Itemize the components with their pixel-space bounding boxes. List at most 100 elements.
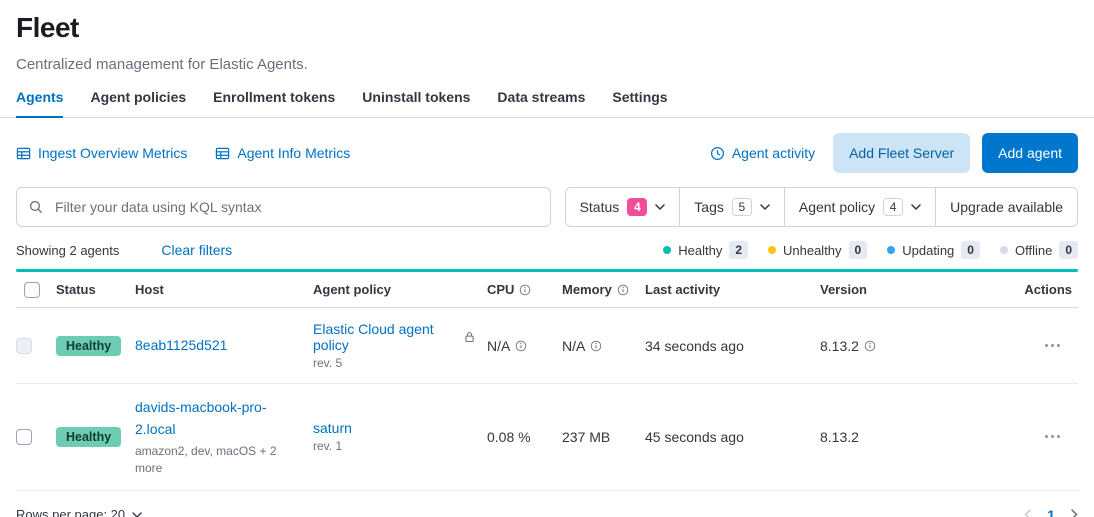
agent-host-cell: 8eab1125d521 [135, 322, 313, 370]
agent-row-1: Healthy 8eab1125d521 Elastic Cloud agent… [16, 308, 1078, 384]
agent-activity-link[interactable]: Agent activity [710, 145, 815, 161]
search-box [16, 187, 551, 227]
tab-settings[interactable]: Settings [612, 89, 667, 117]
clock-icon [710, 146, 725, 161]
status-badge: Healthy [56, 336, 121, 356]
fleet-page: Fleet Centralized management for Elastic… [0, 0, 1094, 517]
kql-search-input[interactable] [16, 187, 551, 227]
agent-info-metrics-link[interactable]: Agent Info Metrics [215, 145, 350, 161]
agent-policy-cell: saturn rev. 1 [313, 407, 487, 466]
memory-info-icon[interactable] [617, 284, 629, 296]
row-checkbox[interactable] [16, 429, 32, 445]
legend-unhealthy[interactable]: Unhealthy 0 [768, 241, 867, 259]
legend-updating[interactable]: Updating 0 [887, 241, 980, 259]
column-agent-policy: Agent policy [313, 272, 487, 307]
fleet-tabs: Agents Agent policies Enrollment tokens … [0, 89, 1094, 118]
column-memory: Memory [562, 272, 645, 307]
offline-dot [1000, 246, 1008, 254]
chevron-down-icon [760, 204, 770, 210]
rows-per-page-label: Rows per page: 20 [16, 507, 125, 517]
chevron-down-icon [655, 204, 665, 210]
tab-agents[interactable]: Agents [16, 89, 63, 118]
tab-enrollment-tokens[interactable]: Enrollment tokens [213, 89, 335, 117]
agent-last-activity-cell: 45 seconds ago [645, 416, 820, 458]
legend-offline-label: Offline [1015, 243, 1052, 258]
legend-unhealthy-label: Unhealthy [783, 243, 842, 258]
tags-filter-button[interactable]: Tags 5 [679, 188, 784, 226]
pagination-page-1[interactable]: 1 [1047, 507, 1055, 517]
healthy-dot [663, 246, 671, 254]
host-link[interactable]: davids-macbook-pro-2.local [135, 399, 267, 437]
agent-policy-filter-count-badge: 4 [883, 198, 903, 216]
agent-policy-filter-button[interactable]: Agent policy 4 [784, 188, 935, 226]
column-memory-label: Memory [562, 282, 612, 297]
summary-row: Showing 2 agents Clear filters Healthy 2… [16, 241, 1078, 259]
pagination: 1 [1024, 507, 1078, 517]
agent-cpu-cell: N/A [487, 325, 562, 367]
policy-link[interactable]: Elastic Cloud agent policy [313, 321, 459, 353]
toolbar: Ingest Overview Metrics Agent Info Metri… [16, 133, 1078, 173]
chevron-down-icon [132, 512, 142, 517]
agent-policy-cell: Elastic Cloud agent policy rev. 5 [313, 308, 487, 383]
row-actions-button[interactable] [1039, 338, 1066, 353]
filter-group: Status 4 Tags 5 Agent policy 4 U [565, 187, 1078, 227]
cpu-info-icon[interactable] [519, 284, 531, 296]
agent-actions-cell [980, 416, 1078, 457]
ingest-overview-metrics-label: Ingest Overview Metrics [38, 145, 187, 161]
column-host: Host [135, 272, 313, 307]
agent-version-cell: 8.13.2 [820, 325, 980, 367]
agent-version-cell: 8.13.2 [820, 416, 980, 458]
ingest-overview-metrics-link[interactable]: Ingest Overview Metrics [16, 145, 187, 161]
tags-filter-count-badge: 5 [732, 198, 752, 216]
legend-offline[interactable]: Offline 0 [1000, 241, 1078, 259]
tab-data-streams[interactable]: Data streams [497, 89, 585, 117]
pagination-next-icon[interactable] [1071, 509, 1078, 517]
legend-healthy[interactable]: Healthy 2 [663, 241, 748, 259]
health-legend: Healthy 2 Unhealthy 0 Updating 0 Offline… [663, 241, 1078, 259]
column-status: Status [56, 272, 135, 307]
memory-na-info-icon[interactable] [590, 340, 602, 352]
unhealthy-dot [768, 246, 776, 254]
clear-filters-link[interactable]: Clear filters [161, 242, 232, 258]
chevron-down-icon [911, 204, 921, 210]
search-icon [29, 200, 43, 219]
agent-host-cell: davids-macbook-pro-2.local amazon2, dev,… [135, 384, 313, 490]
legend-healthy-count: 2 [729, 241, 748, 259]
row-checkbox [16, 338, 32, 354]
agent-actions-cell [980, 325, 1078, 366]
add-fleet-server-button[interactable]: Add Fleet Server [833, 133, 970, 173]
page-title: Fleet [16, 12, 1078, 44]
policy-revision: rev. 5 [313, 356, 475, 370]
legend-offline-count: 0 [1059, 241, 1078, 259]
table-footer: Rows per page: 20 1 [16, 499, 1078, 517]
agent-memory-cell: N/A [562, 325, 645, 367]
cpu-na-info-icon[interactable] [515, 340, 527, 352]
memory-value: N/A [562, 338, 585, 354]
status-filter-button[interactable]: Status 4 [566, 188, 680, 226]
agent-status-cell: Healthy [56, 414, 135, 460]
add-agent-button[interactable]: Add agent [982, 133, 1078, 173]
column-version: Version [820, 272, 980, 307]
metrics-table-icon [16, 146, 31, 161]
rows-per-page-button[interactable]: Rows per page: 20 [16, 507, 142, 517]
row-actions-button[interactable] [1039, 429, 1066, 444]
status-badge: Healthy [56, 427, 121, 447]
version-info-icon[interactable] [864, 340, 876, 352]
agent-info-metrics-label: Agent Info Metrics [237, 145, 350, 161]
policy-revision: rev. 1 [313, 439, 475, 453]
select-all-checkbox[interactable] [24, 282, 40, 298]
tab-agent-policies[interactable]: Agent policies [90, 89, 186, 117]
legend-unhealthy-count: 0 [849, 241, 868, 259]
policy-link[interactable]: saturn [313, 420, 352, 436]
agent-policy-filter-label: Agent policy [799, 199, 875, 215]
legend-updating-label: Updating [902, 243, 954, 258]
agent-cpu-cell: 0.08 % [487, 416, 562, 458]
status-filter-count-badge: 4 [627, 198, 647, 216]
agent-row-2: Healthy davids-macbook-pro-2.local amazo… [16, 384, 1078, 491]
agent-memory-cell: 237 MB [562, 416, 645, 458]
status-filter-label: Status [580, 199, 620, 215]
upgrade-available-filter-button[interactable]: Upgrade available [935, 188, 1077, 226]
tab-uninstall-tokens[interactable]: Uninstall tokens [362, 89, 470, 117]
host-link[interactable]: 8eab1125d521 [135, 337, 227, 353]
legend-updating-count: 0 [961, 241, 980, 259]
